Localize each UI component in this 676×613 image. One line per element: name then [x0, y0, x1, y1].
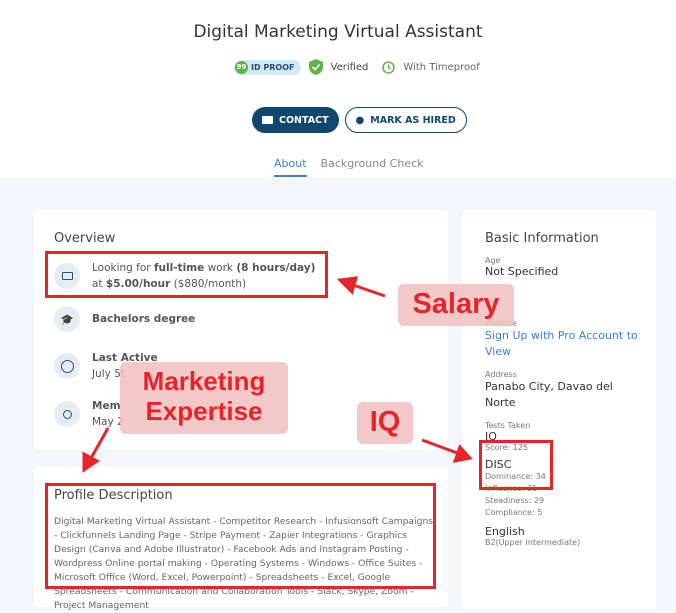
annotation-arrows [82, 276, 473, 473]
salary-annotation: Salary [398, 284, 514, 326]
marketing-annotation: Marketing Expertise [120, 362, 288, 434]
iq-annotation: IQ [357, 402, 413, 444]
